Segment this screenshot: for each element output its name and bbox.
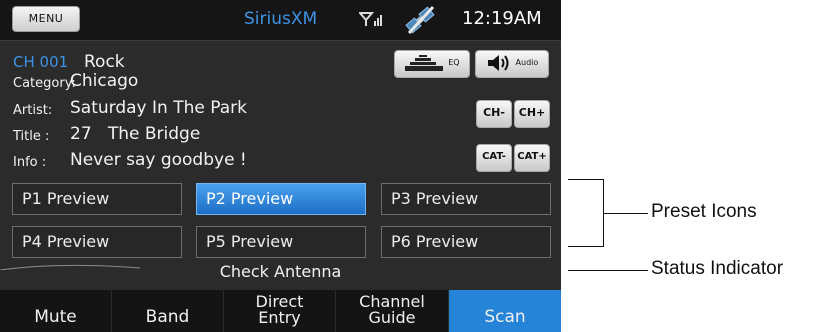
channel-guide-line1: Channel bbox=[359, 292, 425, 311]
preset-icons-callout: Preset Icons bbox=[651, 201, 757, 222]
speaker-icon bbox=[487, 55, 509, 71]
clock: 12:19AM bbox=[462, 8, 542, 29]
status-indicator: Check Antenna bbox=[219, 262, 342, 281]
scan-button[interactable]: Scan bbox=[449, 290, 561, 332]
bottom-bar: Mute Band Direct Entry Channel Guide Sca… bbox=[0, 290, 561, 332]
direct-entry-line2: Entry bbox=[258, 308, 301, 327]
category-up-button[interactable]: CAT+ bbox=[514, 144, 550, 172]
equalizer-icon bbox=[405, 55, 444, 71]
artist-label: Artist: bbox=[13, 103, 53, 118]
signal-strength-icon bbox=[359, 12, 382, 26]
category-label: Category: bbox=[13, 76, 76, 91]
satellite-crossed-icon bbox=[405, 5, 435, 35]
channel-up-button[interactable]: CH+ bbox=[514, 100, 550, 128]
status-leader-line bbox=[568, 270, 648, 271]
title-label: Title : bbox=[13, 129, 50, 144]
eq-label: EQ bbox=[448, 58, 460, 67]
audio-button[interactable]: Audio bbox=[475, 50, 549, 78]
status-indicator-callout: Status Indicator bbox=[651, 258, 784, 279]
category-value: Chicago bbox=[70, 71, 139, 91]
title-value: 27 The Bridge bbox=[70, 124, 201, 144]
top-bar: MENU SiriusXM 12:19AM bbox=[0, 0, 561, 41]
artist-value: Saturday In The Park bbox=[70, 98, 247, 118]
band-button[interactable]: Band bbox=[112, 290, 224, 332]
direct-entry-button[interactable]: Direct Entry bbox=[224, 290, 336, 332]
preset-leader-line bbox=[603, 213, 648, 214]
mute-button[interactable]: Mute bbox=[0, 290, 112, 332]
channel-down-button[interactable]: CH- bbox=[476, 100, 512, 128]
eq-button[interactable]: EQ bbox=[394, 50, 470, 78]
info-value: Never say goodbye ! bbox=[70, 150, 247, 170]
direct-entry-line1: Direct bbox=[255, 292, 304, 311]
channel-guide-line2: Guide bbox=[368, 308, 416, 327]
preset-bracket-bottom bbox=[568, 246, 603, 247]
preset-button-p5[interactable]: P5 Preview bbox=[196, 226, 366, 258]
channel-number: CH 001 bbox=[13, 53, 69, 71]
preset-button-p4[interactable]: P4 Preview bbox=[12, 226, 182, 258]
preset-button-p3[interactable]: P3 Preview bbox=[381, 183, 551, 215]
radio-screen: MENU SiriusXM 12:19AM CH 001 Rock Catego… bbox=[0, 0, 561, 332]
channel-name: Rock bbox=[84, 52, 125, 72]
channel-guide-button[interactable]: Channel Guide bbox=[336, 290, 449, 332]
preset-button-p6[interactable]: P6 Preview bbox=[381, 226, 551, 258]
audio-label: Audio bbox=[515, 58, 539, 67]
info-label: Info : bbox=[13, 155, 47, 170]
preset-button-p1[interactable]: P1 Preview bbox=[12, 183, 182, 215]
category-down-button[interactable]: CAT- bbox=[476, 144, 512, 172]
preset-button-p2[interactable]: P2 Preview bbox=[196, 183, 366, 215]
menu-button[interactable]: MENU bbox=[12, 6, 80, 32]
preset-bracket-top bbox=[568, 179, 603, 180]
brand-title: SiriusXM bbox=[244, 9, 318, 29]
